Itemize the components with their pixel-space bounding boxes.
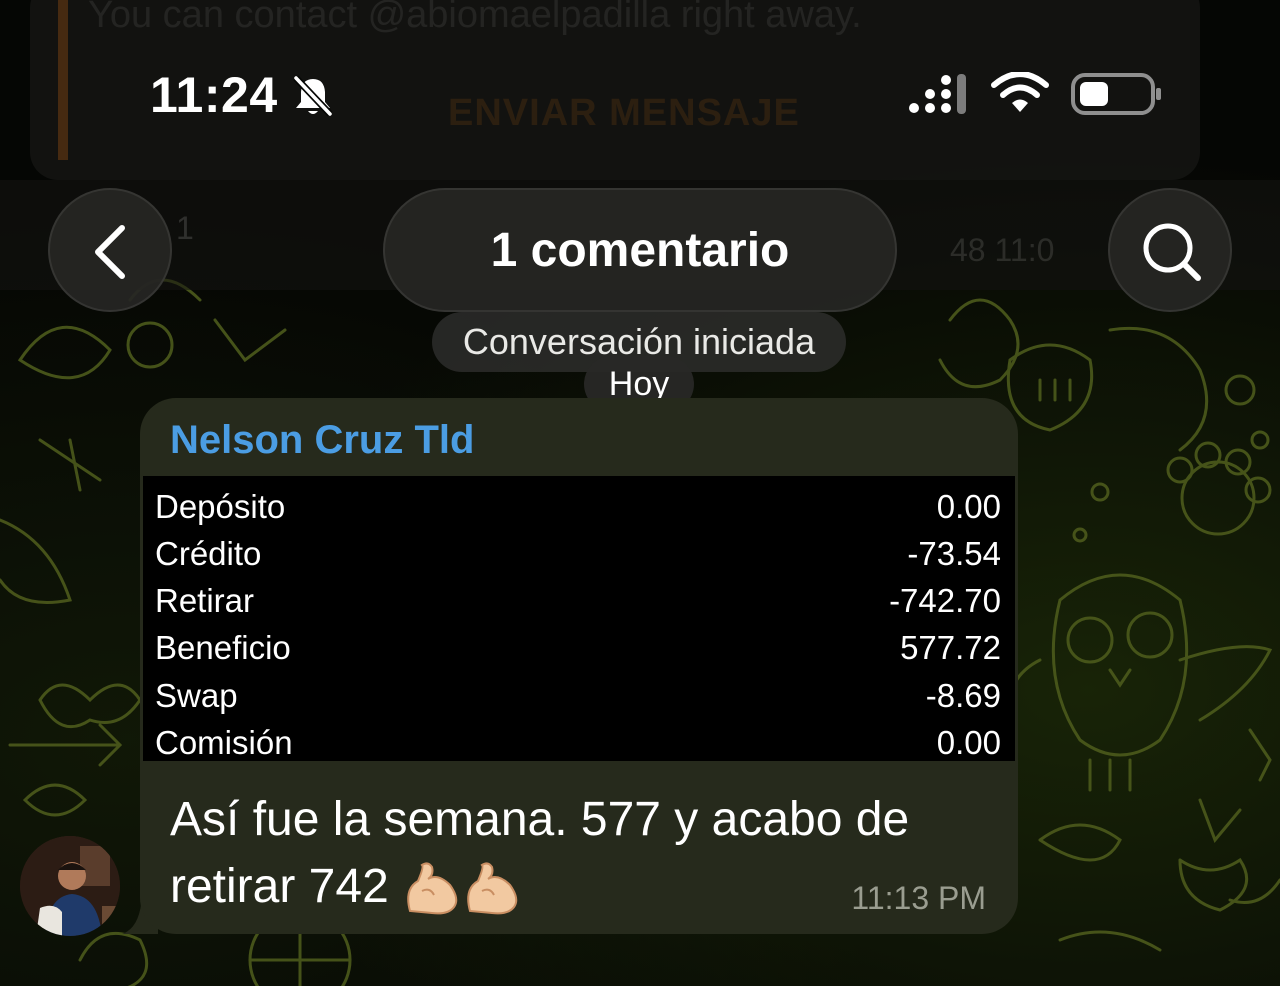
stat-label: Swap [155,677,238,714]
stat-row: Beneficio 577.72 [143,623,1015,670]
stat-row: Swap -8.69 [143,671,1015,718]
stat-row: Crédito -73.54 [143,529,1015,576]
stat-row: Retirar -742.70 [143,576,1015,623]
stat-label: Retirar [155,582,255,619]
stat-value: -742.70 [889,582,1001,619]
cellular-signal-icon [909,74,966,114]
message-timestamp: 11:13 PM [851,880,986,916]
stat-value: 577.72 [900,629,1001,666]
chat-title: 1 comentario [490,223,790,277]
sender-avatar[interactable] [20,836,120,936]
background-views-meta: 48 11:0 [950,232,1055,268]
chat-title-pill[interactable]: 1 comentario [383,188,897,312]
flexed-biceps-icon [407,862,458,915]
flexed-biceps-icon [467,862,518,915]
battery-icon [1071,73,1161,115]
stat-label: Comisión [155,724,293,761]
account-stats-image[interactable]: Depósito 0.00 Crédito -73.54 Retirar -74… [143,476,1015,761]
back-button[interactable] [48,188,172,312]
avatar-photo [20,836,120,936]
stat-row: Comisión 0.00 [143,718,1015,765]
message-text-line: Así fue la semana. 577 y acabo de [170,793,910,846]
stat-row: Depósito 0.00 [143,482,1015,529]
chevron-left-icon [95,225,125,279]
bell-slash-icon [293,75,333,117]
stat-label: Depósito [155,488,286,525]
message-bubble[interactable]: Nelson Cruz Tld Depósito 0.00 Crédito -7… [140,398,1018,934]
search-button[interactable] [1108,188,1232,312]
stat-label: Beneficio [155,629,291,666]
search-icon [1143,223,1201,281]
background-send-button: ENVIAR MENSAJE [448,92,800,134]
background-accent-bar [58,0,68,160]
stat-value: -8.69 [925,677,1001,714]
sender-name[interactable]: Nelson Cruz Tld [170,418,474,463]
background-comment-count: 1 [176,210,194,246]
status-time: 11:24 [150,67,278,123]
wifi-icon [991,72,1049,112]
stat-value: 0.00 [936,724,1001,761]
stat-value: 0.00 [936,488,1001,525]
message-text-line: retirar 742 [170,860,389,913]
chat-screen: You can contact @abiomaelpadilla right a… [0,0,1280,986]
stat-value: -73.54 [907,535,1001,572]
background-text: You can contact @abiomaelpadilla right a… [88,0,862,36]
stat-label: Crédito [155,535,262,572]
